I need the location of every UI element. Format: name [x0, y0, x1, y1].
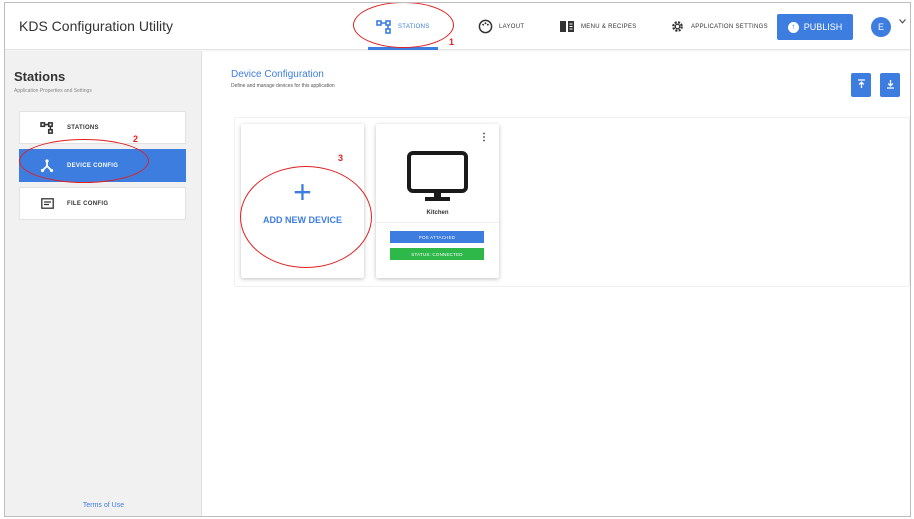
device-name: Kitchen — [426, 210, 449, 216]
stations-icon — [376, 19, 392, 35]
sidebar-item-file-config[interactable]: FILE CONFIG — [19, 187, 186, 220]
tab-application-settings-label: APPLICATION SETTINGS — [691, 23, 768, 30]
app-title: KDS Configuration Utility — [19, 18, 174, 34]
device-card[interactable]: ⋮ Kitchen POS ATTACHED STATUS: CONNECTED — [376, 124, 499, 278]
avatar[interactable]: E — [871, 17, 891, 37]
tab-layout-label: LAYOUT — [499, 23, 525, 30]
add-device-label: ADD NEW DEVICE — [262, 215, 342, 225]
publish-button[interactable]: ↑ PUBLISH — [777, 14, 853, 40]
menu-book-icon — [559, 19, 575, 35]
annotation-number: 2 — [133, 134, 139, 144]
add-device-card[interactable]: + ADD NEW DEVICE — [241, 124, 364, 278]
plus-icon: + — [293, 174, 312, 210]
tab-layout[interactable]: LAYOUT — [477, 3, 524, 50]
top-bar: KDS Configuration Utility STATIONS LAYOU… — [5, 3, 910, 50]
monitor-icon — [407, 151, 468, 209]
page-title: Device Configuration — [231, 69, 324, 80]
annotation-number: 3 — [338, 153, 344, 163]
page-subtitle: Define and manage devices for this appli… — [231, 83, 335, 89]
sidebar: Stations Application Properties and Sett… — [5, 51, 202, 516]
tab-application-settings[interactable]: APPLICATION SETTINGS — [669, 3, 768, 50]
sidebar-item-stations[interactable]: STATIONS — [19, 111, 186, 144]
sidebar-item-device-config[interactable]: DEVICE CONFIG — [19, 149, 186, 182]
sidebar-subtitle: Application Properties and Settings — [14, 88, 92, 94]
download-config-button[interactable] — [880, 73, 900, 97]
more-options-icon[interactable]: ⋮ — [479, 133, 489, 143]
upload-config-button[interactable] — [851, 73, 871, 97]
tab-stations-label: STATIONS — [398, 23, 430, 30]
tab-menu-recipes-label: MENU & RECIPES — [581, 23, 637, 30]
gear-icon — [669, 19, 685, 35]
device-hub-icon — [39, 158, 55, 174]
annotation-number: 1 — [449, 37, 455, 47]
terms-of-use-link[interactable]: Terms of Use — [5, 502, 202, 509]
upload-icon: ↑ — [787, 21, 799, 33]
connection-status-badge: STATUS: CONNECTED — [390, 248, 484, 260]
sidebar-item-label: DEVICE CONFIG — [67, 162, 119, 169]
download-icon — [886, 76, 895, 94]
tab-stations[interactable]: STATIONS — [368, 3, 437, 50]
sidebar-title: Stations — [14, 69, 66, 84]
file-config-icon — [39, 196, 55, 212]
divider — [376, 222, 499, 223]
publish-label: PUBLISH — [803, 22, 843, 32]
upload-icon — [857, 76, 866, 94]
sidebar-item-label: FILE CONFIG — [67, 200, 109, 207]
palette-icon — [477, 19, 493, 35]
app-window: KDS Configuration Utility STATIONS LAYOU… — [4, 2, 911, 517]
tab-menu-recipes[interactable]: MENU & RECIPES — [559, 3, 637, 50]
stations-icon — [39, 120, 55, 136]
chevron-down-icon[interactable] — [899, 17, 906, 26]
pos-status-badge: POS ATTACHED — [390, 231, 484, 243]
sidebar-item-label: STATIONS — [67, 124, 99, 131]
